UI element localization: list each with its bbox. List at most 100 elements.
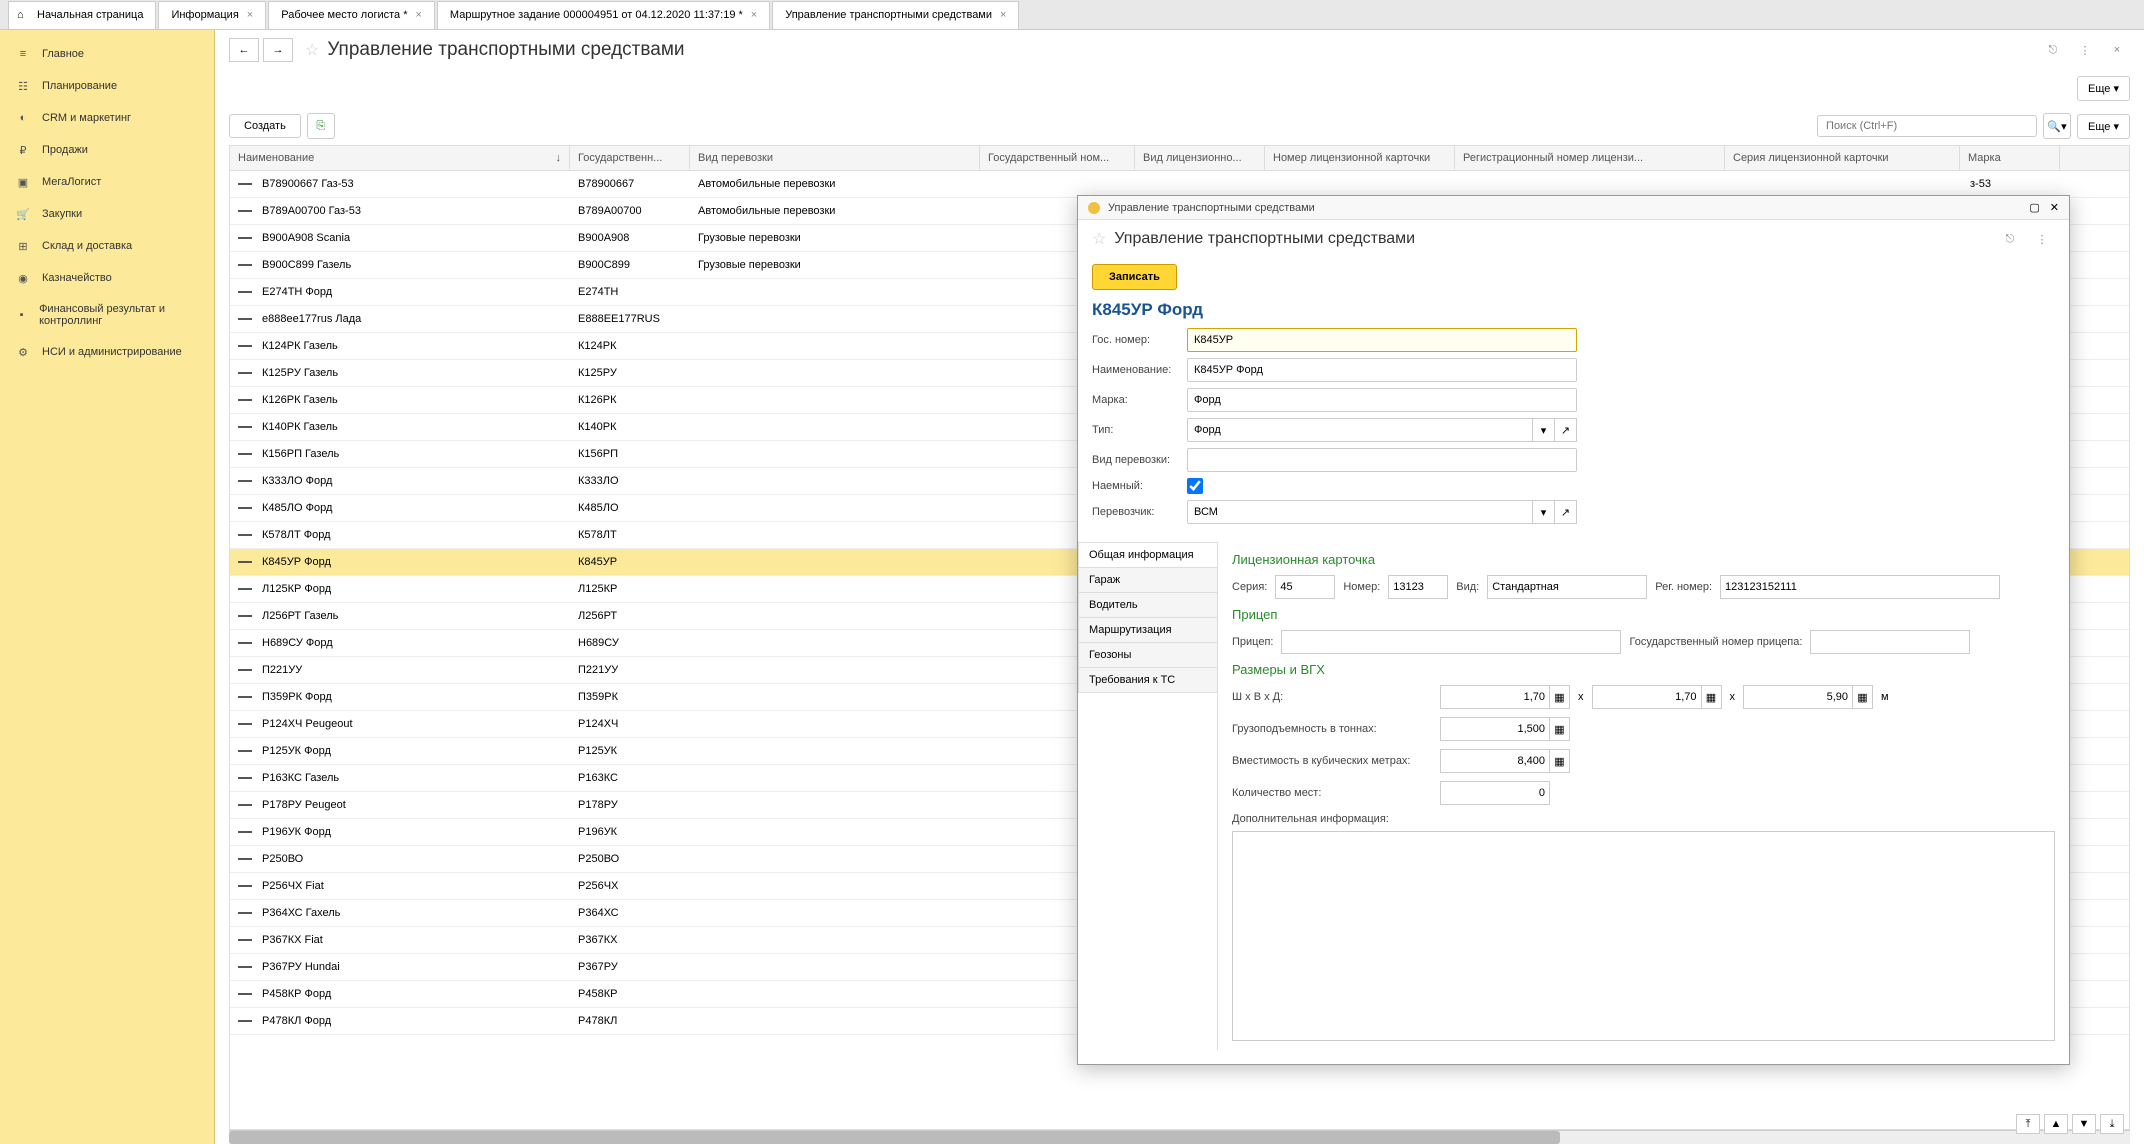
- cell-name: Е274ТН Форд: [262, 286, 332, 298]
- th-vid[interactable]: Вид перевозки: [690, 146, 980, 170]
- nav-forward-button[interactable]: →: [263, 38, 293, 62]
- th-vidlic[interactable]: Вид лицензионно...: [1135, 146, 1265, 170]
- form-tab[interactable]: Геозоны: [1078, 642, 1217, 668]
- stepper-button[interactable]: ▦: [1550, 685, 1570, 709]
- open-button[interactable]: ↗: [1555, 500, 1577, 524]
- tab-info[interactable]: Информация×: [158, 1, 266, 29]
- cell-vid: [690, 773, 980, 783]
- input-nomer[interactable]: [1388, 575, 1448, 599]
- input-tip[interactable]: [1187, 418, 1533, 442]
- th-ser[interactable]: Серия лицензионной карточки: [1725, 146, 1960, 170]
- close-icon[interactable]: ×: [751, 9, 757, 21]
- input-w[interactable]: [1440, 685, 1550, 709]
- sidebar-item[interactable]: ≡Главное: [0, 38, 214, 70]
- tab-route[interactable]: Маршрутное задание 000004951 от 04.12.20…: [437, 1, 770, 29]
- copy-button[interactable]: ⎘: [307, 113, 335, 139]
- sidebar-item[interactable]: ₽Продажи: [0, 134, 214, 166]
- sidebar-item[interactable]: 🛒Закупки: [0, 198, 214, 230]
- nav-back-button[interactable]: ←: [229, 38, 259, 62]
- form-tab[interactable]: Гараж: [1078, 567, 1217, 593]
- tab-vehicles[interactable]: Управление транспортными средствами×: [772, 1, 1019, 29]
- maximize-icon[interactable]: ▢: [2029, 201, 2039, 214]
- stepper-button[interactable]: ▦: [1853, 685, 1873, 709]
- input-marka[interactable]: [1187, 388, 1577, 412]
- form-tab[interactable]: Маршрутизация: [1078, 617, 1217, 643]
- star-icon[interactable]: ☆: [305, 40, 319, 60]
- sidebar-item[interactable]: ▣МегаЛогист: [0, 166, 214, 198]
- cell-name: Р178РУ Peugeot: [262, 799, 346, 811]
- stepper-button[interactable]: ▦: [1702, 685, 1722, 709]
- cell-gos: Н689СУ: [570, 632, 690, 654]
- table-row[interactable]: В78900667 Газ-53В78900667Автомобильные п…: [230, 171, 2129, 198]
- dropdown-button[interactable]: ▾: [1533, 500, 1555, 524]
- cell-vid: Автомобильные перевозки: [690, 173, 980, 195]
- sidebar-item[interactable]: ◉Казначейство: [0, 262, 214, 294]
- close-icon[interactable]: ×: [2104, 39, 2130, 61]
- input-vmest[interactable]: [1440, 749, 1550, 773]
- dropdown-button[interactable]: ▾: [1533, 418, 1555, 442]
- close-icon[interactable]: ✕: [2050, 201, 2059, 214]
- row-icon: [238, 480, 252, 482]
- search-input[interactable]: [1817, 115, 2037, 137]
- input-d[interactable]: [1743, 685, 1853, 709]
- cell-name: В78900667 Газ-53: [262, 178, 354, 190]
- input-vidper[interactable]: [1187, 448, 1577, 472]
- tab-home[interactable]: ⌂ Начальная страница: [8, 1, 156, 29]
- close-icon[interactable]: ×: [1000, 9, 1006, 21]
- th-name[interactable]: Наименование↓: [230, 146, 570, 170]
- input-seria[interactable]: [1275, 575, 1335, 599]
- open-button[interactable]: ↗: [1555, 418, 1577, 442]
- more-button-top[interactable]: Еще ▾: [2077, 76, 2130, 101]
- horizontal-scrollbar[interactable]: [229, 1130, 2130, 1144]
- input-vid[interactable]: [1487, 575, 1647, 599]
- scroll-thumb[interactable]: [229, 1131, 1560, 1144]
- input-pricep[interactable]: [1281, 630, 1621, 654]
- th-reglic[interactable]: Регистрационный номер лицензи...: [1455, 146, 1725, 170]
- sidebar-item[interactable]: ▪Финансовый результат и контроллинг: [0, 294, 214, 336]
- cell-vid: Автомобильные перевозки: [690, 200, 980, 222]
- th-gos[interactable]: Государственн...: [570, 146, 690, 170]
- th-nomlic[interactable]: Номер лицензионной карточки: [1265, 146, 1455, 170]
- link-icon[interactable]: ⎋: [2040, 39, 2066, 61]
- textarea-dop[interactable]: [1232, 831, 2055, 1041]
- input-reg[interactable]: [1720, 575, 2000, 599]
- input-perev[interactable]: [1187, 500, 1533, 524]
- close-icon[interactable]: ×: [247, 9, 253, 21]
- input-gosnomer[interactable]: [1187, 328, 1577, 352]
- stepper-button[interactable]: ▦: [1550, 717, 1570, 741]
- cell-vid: [690, 476, 980, 486]
- search-button[interactable]: 🔍▾: [2043, 113, 2071, 139]
- scroll-up-button[interactable]: ▲: [2044, 1114, 2068, 1134]
- menu-icon[interactable]: ⋮: [2072, 39, 2098, 61]
- form-tab[interactable]: Общая информация: [1078, 542, 1217, 568]
- link-icon[interactable]: ⎋: [1997, 228, 2023, 250]
- checkbox-naem[interactable]: [1187, 478, 1203, 494]
- form-tab[interactable]: Требования к ТС: [1078, 667, 1217, 693]
- input-h[interactable]: [1592, 685, 1702, 709]
- tab-logist[interactable]: Рабочее место логиста *×: [268, 1, 435, 29]
- sidebar-item[interactable]: ◐CRM и маркетинг: [0, 102, 214, 134]
- input-trailer-gos[interactable]: [1810, 630, 1970, 654]
- scroll-down-button[interactable]: ▼: [2072, 1114, 2096, 1134]
- input-naim[interactable]: [1187, 358, 1577, 382]
- create-button[interactable]: Создать: [229, 114, 301, 138]
- input-gruz[interactable]: [1440, 717, 1550, 741]
- sidebar-item[interactable]: ☷Планирование: [0, 70, 214, 102]
- form-titlebar-text: Управление транспортными средствами: [1108, 202, 2029, 214]
- sidebar-item[interactable]: ⚙НСИ и администрирование: [0, 336, 214, 368]
- cell-vid: [690, 989, 980, 999]
- save-button[interactable]: Записать: [1092, 264, 1177, 290]
- form-tab[interactable]: Водитель: [1078, 592, 1217, 618]
- input-mest[interactable]: [1440, 781, 1550, 805]
- th-gosnom[interactable]: Государственный ном...: [980, 146, 1135, 170]
- star-icon[interactable]: ☆: [1092, 229, 1106, 249]
- scroll-bottom-button[interactable]: ⤓: [2100, 1114, 2124, 1134]
- scroll-top-button[interactable]: ⤒: [2016, 1114, 2040, 1134]
- sidebar-item[interactable]: ⊞Склад и доставка: [0, 230, 214, 262]
- th-marka[interactable]: Марка: [1960, 146, 2060, 170]
- menu-icon[interactable]: ⋮: [2029, 228, 2055, 250]
- stepper-button[interactable]: ▦: [1550, 749, 1570, 773]
- more-button[interactable]: Еще ▾: [2077, 114, 2130, 139]
- close-icon[interactable]: ×: [415, 9, 421, 21]
- row-icon: [238, 426, 252, 428]
